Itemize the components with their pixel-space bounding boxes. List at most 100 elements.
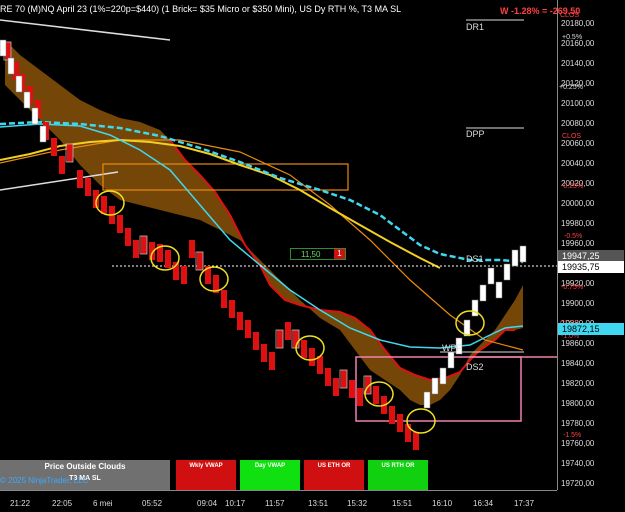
- down-brick: [277, 330, 283, 348]
- down-brick: [357, 388, 363, 406]
- wkly-vwap-button[interactable]: Wkly VWAP: [176, 460, 236, 490]
- pivot-ds2-label: DS2: [466, 362, 484, 372]
- down-brick: [181, 266, 187, 284]
- time-tick-label: 09:04: [197, 499, 218, 508]
- up-brick: [39, 125, 47, 143]
- down-brick: [59, 156, 65, 174]
- down-brick: [413, 432, 419, 450]
- percent-level-label: CLOS: [562, 133, 582, 140]
- time-axis[interactable]: 21:22 22:05 6 mei 05:52 09:04 10:17 11:57 13:51…: [0, 490, 557, 512]
- down-brick: [197, 252, 203, 270]
- down-brick: [397, 414, 403, 432]
- up-brick: [23, 91, 31, 109]
- down-brick: [237, 312, 243, 330]
- percent-level-label: +0.5%: [562, 34, 583, 41]
- time-tick-label: 13:51: [308, 499, 329, 508]
- down-brick: [285, 322, 291, 340]
- down-brick: [165, 250, 171, 268]
- price-tick-label: 19760,00: [561, 439, 595, 448]
- ma-price-marker: 19872,15: [558, 323, 624, 335]
- up-brick: [431, 377, 439, 395]
- time-tick-label: 16:34: [473, 499, 494, 508]
- cursor-price-marker: 19935,75: [558, 261, 624, 273]
- time-tick-label: 10:17: [225, 499, 246, 508]
- time-tick-label: 11:57: [265, 499, 285, 508]
- us-rth-or-button[interactable]: US RTH OR: [368, 460, 428, 490]
- down-brick: [117, 215, 123, 233]
- up-brick: [439, 367, 447, 385]
- up-brick: [447, 351, 455, 369]
- down-brick: [325, 368, 331, 386]
- time-tick-label: 16:10: [432, 499, 453, 508]
- down-brick: [261, 344, 267, 362]
- down-brick: [373, 386, 379, 404]
- up-brick: [503, 263, 511, 281]
- price-tick-label: 19800,00: [561, 399, 595, 408]
- price-tick-label: 20180,00: [561, 19, 595, 28]
- down-brick: [101, 196, 107, 214]
- pivot-ds1-label: DS1: [466, 254, 484, 264]
- price-axis[interactable]: 20180,00 20160,00 20140,00 20120,00 20100,00…: [557, 0, 625, 490]
- down-brick: [245, 320, 251, 338]
- down-brick: [341, 370, 347, 388]
- down-brick: [141, 236, 147, 254]
- price-tick-label: 19900,00: [561, 299, 595, 308]
- down-brick: [389, 406, 395, 424]
- up-brick: [495, 281, 503, 299]
- down-brick: [85, 178, 91, 196]
- price-tick-label: 19820,00: [561, 379, 595, 388]
- chart-title: RE 70 (M)NQ April 23 (1%=220p=$440) (1 B…: [0, 4, 402, 14]
- percent-level-label: -0.25%: [561, 183, 584, 190]
- price-tick-label: 19780,00: [561, 419, 595, 428]
- order-quantity-value: 11,50: [301, 250, 321, 259]
- down-brick: [51, 138, 57, 156]
- down-brick: [229, 300, 235, 318]
- indicator-lines: [0, 19, 557, 422]
- cloud-edge-line: [169, 139, 515, 382]
- percent-level-label: -0.75%: [561, 284, 584, 291]
- time-tick-label: 17:37: [514, 499, 535, 508]
- down-brick: [333, 378, 339, 396]
- us-eth-or-button[interactable]: US ETH OR: [304, 460, 364, 490]
- time-tick-label: 05:52: [142, 499, 163, 508]
- down-brick: [67, 144, 73, 162]
- order-quantity-box[interactable]: 11,50 1: [290, 248, 346, 260]
- down-brick: [269, 352, 275, 370]
- time-tick-label: 15:32: [347, 499, 368, 508]
- down-brick: [309, 348, 315, 366]
- price-tick-label: 19740,00: [561, 459, 595, 468]
- price-tick-label: 20100,00: [561, 99, 595, 108]
- price-tick-label: 20140,00: [561, 59, 595, 68]
- up-brick: [15, 75, 23, 93]
- pivot-dpp-label: DPP: [466, 129, 485, 139]
- up-brick: [31, 107, 39, 125]
- up-brick: [511, 249, 519, 267]
- up-brick: [423, 391, 431, 409]
- price-tick-label: 20080,00: [561, 119, 595, 128]
- down-brick: [253, 332, 259, 350]
- day-vwap-button[interactable]: Day VWAP: [240, 460, 300, 490]
- percent-level-label: +0.25%: [559, 84, 583, 91]
- up-brick: [471, 299, 479, 317]
- percent-level-label: CLOS: [560, 12, 580, 19]
- down-brick: [125, 228, 131, 246]
- down-brick: [349, 380, 355, 398]
- up-brick: [479, 284, 487, 302]
- pivot-dr1-label: DR1: [466, 22, 485, 32]
- up-brick: [487, 267, 495, 285]
- price-tick-label: 19840,00: [561, 359, 595, 368]
- order-count-badge[interactable]: 1: [334, 249, 345, 259]
- trend-line: [0, 19, 171, 41]
- up-brick: [519, 245, 527, 263]
- price-tick-label: 19860,00: [561, 339, 595, 348]
- down-brick: [189, 240, 195, 258]
- price-outside-clouds-button[interactable]: Price Outside Clouds T3 MA SL: [0, 460, 170, 490]
- time-tick-label: 21:22: [10, 499, 31, 508]
- down-brick: [221, 290, 227, 308]
- time-tick-label: 6 mei: [93, 499, 113, 508]
- price-tick-label: 19720,00: [561, 479, 595, 488]
- up-brick: [7, 57, 15, 75]
- down-brick: [77, 170, 83, 188]
- copyright-text: © 2025 NinjaTrader, LLC: [0, 476, 89, 485]
- price-tick-label: 20060,00: [561, 139, 595, 148]
